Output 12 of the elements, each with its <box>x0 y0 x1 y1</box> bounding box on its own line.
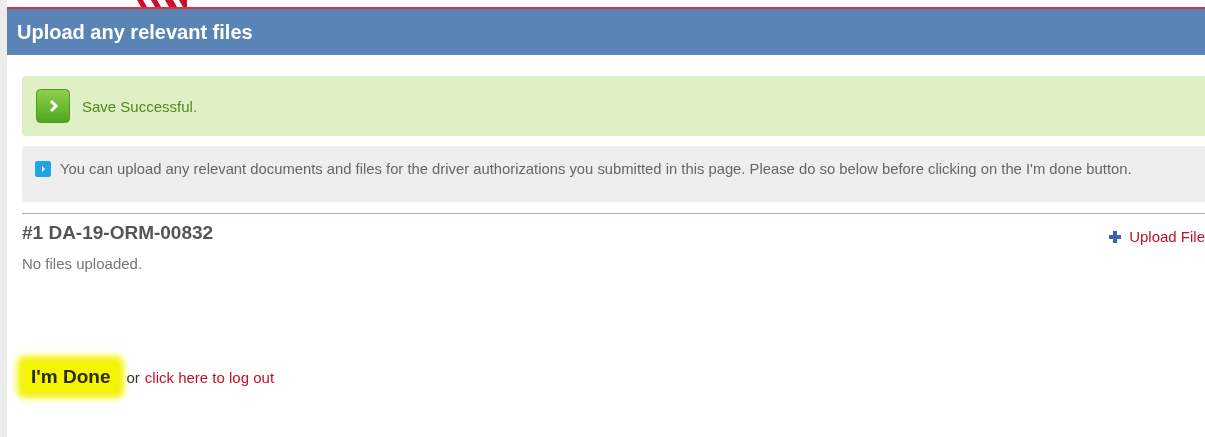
success-message: Save Successful. <box>82 97 198 115</box>
plus-icon <box>1109 230 1122 243</box>
authorization-title: #1 DA-19-ORM-00832 <box>22 221 214 244</box>
status-text: No files uploaded. <box>22 255 143 272</box>
or-text: or <box>126 368 140 386</box>
logout-link[interactable]: click here to log out <box>144 368 275 386</box>
chevron-icon <box>36 89 70 123</box>
chevron-icon <box>35 161 51 177</box>
done-button[interactable]: I'm Done <box>22 361 120 393</box>
page-title: Upload any relevant files <box>17 20 253 44</box>
info-message: You can upload any relevant documents and files for the driver authorizations you submitted in this page. Please do so below before clicking on the I'm done button. <box>60 160 1132 179</box>
upload-file-link[interactable]: Upload File <box>1109 228 1205 245</box>
